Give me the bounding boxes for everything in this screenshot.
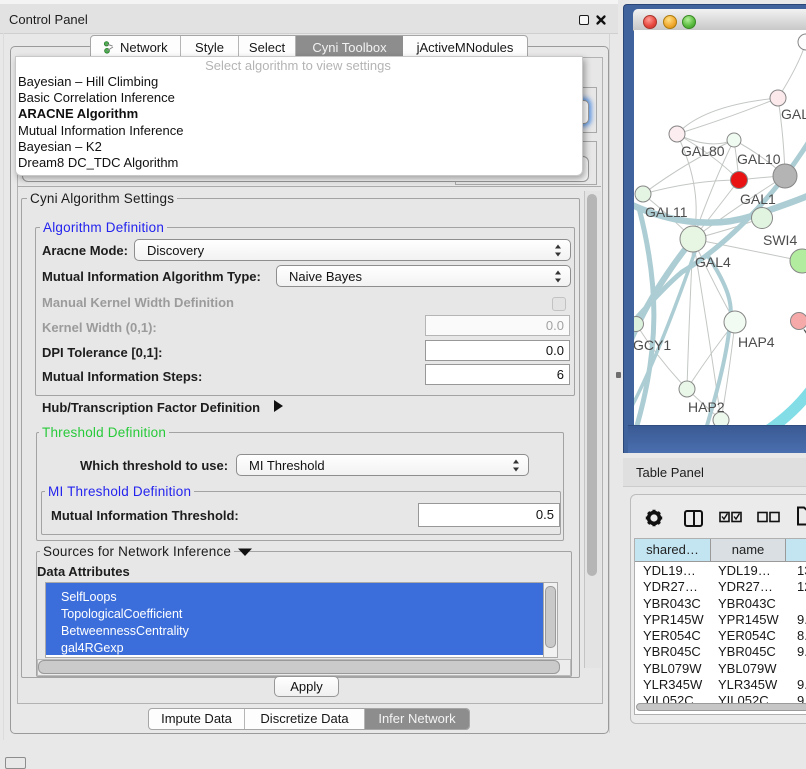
svg-text:GAL2: GAL2 (781, 106, 806, 122)
svg-text:GAL80: GAL80 (681, 143, 725, 159)
svg-text:SWI4: SWI4 (763, 232, 797, 248)
svg-text:GAL1: GAL1 (740, 191, 776, 207)
svg-text:GAL10: GAL10 (737, 151, 781, 167)
svg-text:HAP4: HAP4 (738, 334, 775, 350)
svg-text:GAL11: GAL11 (645, 204, 688, 220)
svg-text:HAP2: HAP2 (688, 399, 725, 415)
svg-text:GAL4: GAL4 (695, 254, 731, 270)
svg-text:GCY1: GCY1 (634, 337, 671, 353)
